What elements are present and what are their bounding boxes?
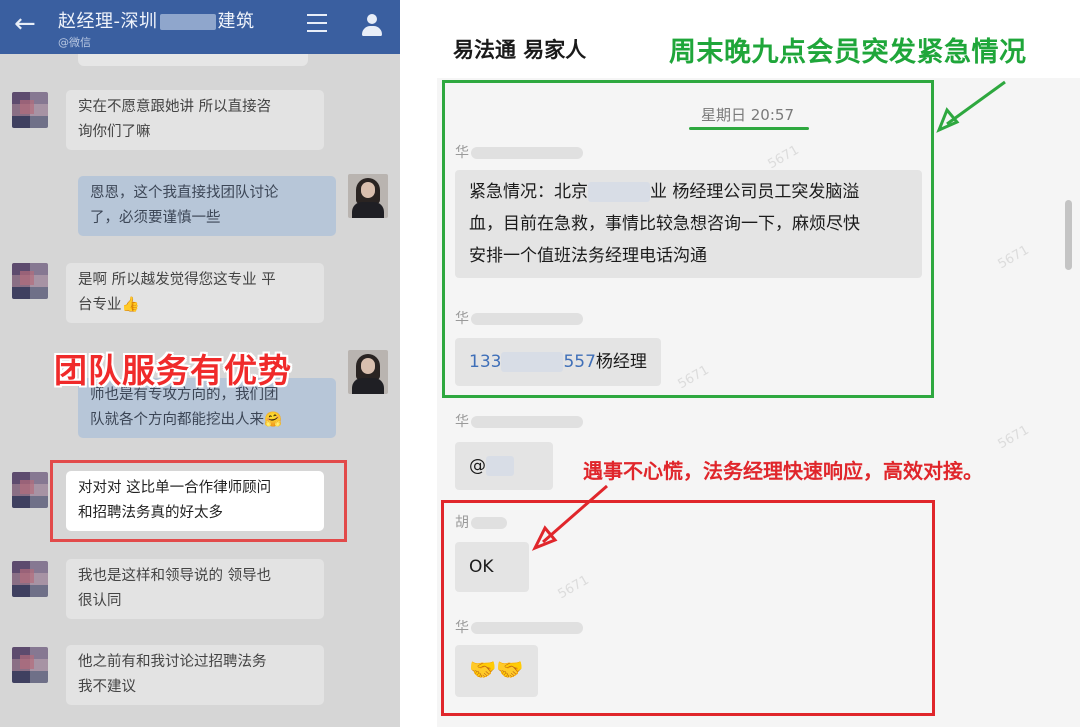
person-icon[interactable] <box>360 14 384 38</box>
phone-message-bubble: 133 557杨经理 <box>455 338 661 386</box>
contact-avatar[interactable] <box>12 263 48 299</box>
ok-message-bubble: OK <box>455 542 529 592</box>
contact-avatar[interactable] <box>12 472 48 508</box>
mobile-chat-panel: ← 赵经理-深圳 建筑 @微信 实在不愿意跟她讲 所以直接咨 询你们了嘛 恩恩，这… <box>0 0 400 727</box>
message-bubble: 是啊 所以越发觉得您这专业 平 台专业👍 <box>66 263 324 323</box>
message-bubble: 他之前有和我讨论过招聘法务 我不建议 <box>66 645 324 705</box>
green-arrow-icon <box>936 80 1006 133</box>
back-arrow-icon[interactable]: ← <box>14 11 36 37</box>
urgent-line-2: 血，目前在急救，事情比较急想咨询一下，麻烦尽快 <box>469 214 860 234</box>
my-avatar[interactable] <box>348 350 388 394</box>
chat-subtitle: @微信 <box>58 36 91 49</box>
overlay-caption: 团队服务有优势 <box>54 351 292 390</box>
chat-top-bar: ← 赵经理-深圳 建筑 @微信 <box>0 0 400 54</box>
scrollbar[interactable] <box>1065 200 1072 270</box>
message-bubble: 我也是这样和领导说的 领导也 很认同 <box>66 559 324 619</box>
menu-icon[interactable] <box>307 14 327 32</box>
my-avatar[interactable] <box>348 174 388 218</box>
group-name: 易法通 易家人 <box>453 38 587 62</box>
urgent-line-3: 安排一个值班法务经理电话沟通 <box>469 246 707 266</box>
chat-title-end: 建筑 <box>217 11 255 32</box>
green-headline: 周末晚九点会员突发紧急情况 <box>669 37 1027 68</box>
urgent-message-bubble: 紧急情况：北京业 杨经理公司员工突发脑溢 血，目前在急救，事情比较急想咨询一下，… <box>455 170 922 278</box>
group-chat-panel: 易法通 易家人 周末晚九点会员突发紧急情况 5671 5671 5671 567… <box>437 0 1080 727</box>
timestamp: 星期日 20:57 <box>701 106 794 124</box>
sender-name: 华 <box>455 308 583 328</box>
timestamp-underline <box>689 127 809 130</box>
sender-name: 华 <box>455 411 583 431</box>
handshake-message-bubble: 🤝🤝 <box>455 645 538 697</box>
sender-name: 华 <box>455 142 583 162</box>
urgent-line-1: 紧急情况：北京业 杨经理公司员工突发脑溢 <box>469 182 860 202</box>
message-bubble: 恩恩，这个我直接找团队讨论 了，必须要谨慎一些 <box>78 176 336 236</box>
phone-link[interactable]: 133 557 <box>469 352 596 372</box>
blurred-title-part <box>159 14 216 30</box>
sender-name: 华 <box>455 617 583 637</box>
message-bubble: 实在不愿意跟她讲 所以直接咨 询你们了嘛 <box>66 90 324 150</box>
contact-avatar[interactable] <box>12 647 48 683</box>
highlight-frame <box>50 460 347 542</box>
contact-avatar[interactable] <box>12 561 48 597</box>
chat-title: 赵经理-深圳 建筑 <box>58 7 255 33</box>
red-headline: 遇事不心慌，法务经理快速响应，高效对接。 <box>583 459 983 483</box>
chat-title-start: 赵经理-深圳 <box>58 11 158 32</box>
previous-message-edge <box>78 54 308 66</box>
sender-name: 胡 <box>455 512 507 532</box>
contact-avatar[interactable] <box>12 92 48 128</box>
